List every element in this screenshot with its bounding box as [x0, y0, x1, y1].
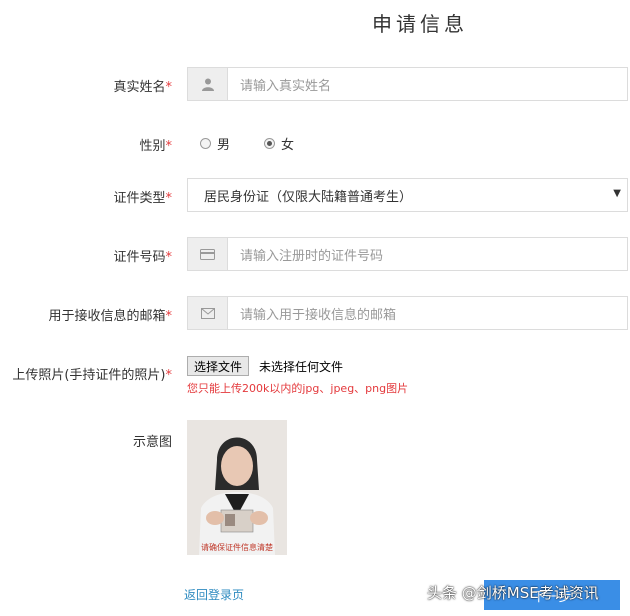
name-input[interactable]: 请输入真实姓名 [228, 68, 627, 100]
id-card-icon [188, 238, 228, 270]
id-number-label-text: 证件号码 [113, 250, 166, 265]
gender-label: 性别* [0, 135, 172, 154]
required-mark: * [165, 139, 173, 154]
sample-photo: 请确保证件信息清楚 [187, 420, 287, 555]
gender-female-label[interactable]: 女 [281, 134, 294, 153]
required-mark: * [165, 250, 173, 265]
back-to-login-link[interactable]: 返回登录页 [184, 586, 244, 603]
watermark-text: 头条 @剑桥MSE考试资讯 [427, 584, 599, 602]
user-icon [188, 68, 228, 100]
id-number-input-group[interactable]: 请输入注册时的证件号码 [187, 237, 628, 271]
required-mark: * [165, 80, 173, 95]
id-number-input[interactable]: 请输入注册时的证件号码 [228, 238, 627, 270]
envelope-icon [188, 297, 228, 329]
gender-male-label[interactable]: 男 [217, 134, 230, 153]
photo-upload-label: 上传照片(手持证件的照片)* [0, 364, 172, 383]
choose-file-button[interactable]: 选择文件 [187, 356, 250, 376]
id-type-select[interactable]: 居民身份证（仅限大陆籍普通考生） ▼ [187, 178, 628, 212]
name-label-text: 真实姓名 [113, 80, 166, 95]
id-type-value: 居民身份证（仅限大陆籍普通考生） [204, 189, 413, 205]
upload-hint: 您只能上传200k以内的jpg、jpeg、png图片 [187, 382, 409, 395]
id-type-label-text: 证件类型 [113, 191, 166, 206]
gender-male-radio[interactable] [200, 138, 211, 149]
required-mark: * [165, 191, 173, 206]
sample-photo-illustration [187, 420, 287, 555]
page-title: 申请信息 [372, 12, 468, 36]
email-label: 用于接收信息的邮箱* [0, 305, 172, 324]
name-label: 真实姓名* [0, 76, 172, 95]
required-mark: * [165, 368, 173, 383]
caret-down-icon: ▼ [613, 188, 621, 199]
name-input-group[interactable]: 请输入真实姓名 [187, 67, 628, 101]
id-type-label: 证件类型* [0, 187, 172, 206]
id-number-label: 证件号码* [0, 246, 172, 265]
email-input-group[interactable]: 请输入用于接收信息的邮箱 [187, 296, 628, 330]
email-label-text: 用于接收信息的邮箱 [48, 309, 166, 324]
required-mark: * [165, 309, 173, 324]
email-input[interactable]: 请输入用于接收信息的邮箱 [228, 297, 627, 329]
gender-label-text: 性别 [139, 139, 166, 154]
gender-radio-group: 男 女 [200, 134, 294, 153]
file-status: 未选择任何文件 [259, 360, 344, 374]
gender-female-radio[interactable] [264, 138, 276, 149]
photo-upload-label-text: 上传照片(手持证件的照片) [12, 368, 166, 383]
sample-photo-caption: 请确保证件信息清楚 [201, 543, 273, 552]
sample-label: 示意图 [132, 435, 172, 450]
